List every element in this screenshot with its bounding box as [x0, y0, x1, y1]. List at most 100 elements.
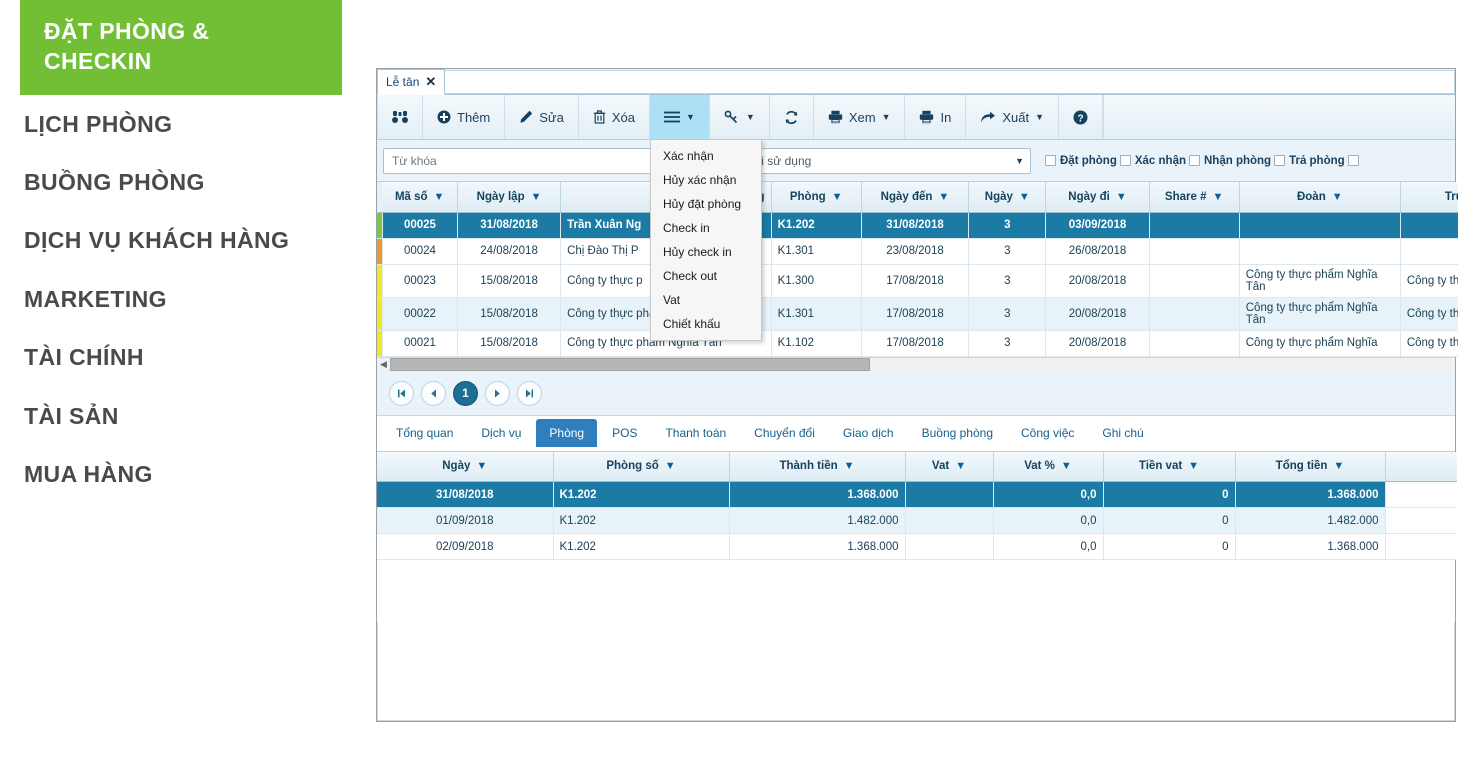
menu-item-xac-nhan[interactable]: Xác nhận [651, 144, 761, 168]
col-header-ngay-den[interactable]: Ngày đến ▼ [861, 182, 970, 213]
table-row[interactable]: 02/09/2018 K1.202 1.368.000 0,0 0 1.368.… [377, 533, 1457, 560]
menu-item-huy-check-in[interactable]: Hủy check in [651, 240, 761, 264]
cell-ma-so: 00025 [382, 212, 459, 239]
col-header-truong-doan[interactable]: Trưởng đoàn [1400, 182, 1458, 213]
close-icon[interactable]: ✕ [425, 74, 436, 90]
sidebar-item-lich-phong[interactable]: LỊCH PHÒNG [0, 95, 360, 153]
col-header-ngay-di[interactable]: Ngày đi ▼ [1045, 182, 1150, 213]
col-header-ngay-lap[interactable]: Ngày lập ▼ [457, 182, 562, 213]
filter-icon[interactable]: ▼ [1019, 191, 1030, 203]
checkbox-nhan-phong[interactable]: Nhận phòng [1189, 155, 1271, 167]
tab-chuyen-doi[interactable]: Chuyển đổi [741, 419, 828, 447]
checkbox-box[interactable] [1189, 155, 1200, 166]
table-row[interactable]: 00025 31/08/2018 Trần Xuân Ng K1.202 31/… [377, 212, 1458, 239]
col-header-phong[interactable]: Phòng ▼ [771, 182, 862, 213]
filter-icon[interactable]: ▼ [1116, 191, 1127, 203]
menu-item-huy-dat-phong[interactable]: Hủy đặt phòng [651, 192, 761, 216]
pager-first-button[interactable] [389, 380, 414, 406]
table-row[interactable]: 00022 15/08/2018 Công ty thực phẩm Nghĩa… [377, 297, 1458, 331]
scrollbar-thumb[interactable] [390, 358, 870, 371]
tab-tong-quan[interactable]: Tổng quan [383, 419, 466, 447]
sidebar-item-mua-hang[interactable]: MUA HÀNG [0, 445, 360, 503]
table-row[interactable]: 01/09/2018 K1.202 1.482.000 0,0 0 1.482.… [377, 507, 1457, 534]
checkbox-box[interactable] [1045, 155, 1056, 166]
delete-button[interactable]: Xóa [579, 95, 650, 139]
preview-button[interactable]: Xem ▼ [814, 95, 906, 139]
checkbox-xac-nhan[interactable]: Xác nhận [1119, 155, 1186, 167]
filter-icon[interactable]: ▼ [665, 460, 676, 472]
col-header-doan[interactable]: Đoàn ▼ [1239, 182, 1401, 213]
checkbox-box[interactable] [1347, 155, 1359, 166]
user-select[interactable]: Người sử dụng ▼ [721, 147, 1031, 174]
table-row[interactable]: 00023 15/08/2018 Công ty thực p K1.300 1… [377, 264, 1458, 298]
add-button[interactable]: Thêm [423, 95, 506, 139]
refresh-button[interactable] [770, 95, 814, 139]
col-header-phong-so[interactable]: Phòng số ▼ [553, 451, 730, 482]
search-button[interactable] [377, 95, 423, 139]
sidebar-item-buong-phong[interactable]: BUỒNG PHÒNG [0, 153, 360, 211]
col-header-tong-tien[interactable]: Tổng tiền ▼ [1235, 451, 1386, 482]
col-header-tien-vat[interactable]: Tiền vat ▼ [1103, 451, 1236, 482]
sidebar-item-marketing[interactable]: MARKETING [0, 270, 360, 328]
checkbox-box[interactable] [1274, 155, 1286, 166]
document-tab-le-tan[interactable]: Lễ tân ✕ [377, 69, 446, 95]
checkbox-tra-phong[interactable]: Trả phòng [1274, 155, 1345, 167]
table-row[interactable]: 31/08/2018 K1.202 1.368.000 0,0 0 1.368.… [377, 481, 1457, 508]
pager-prev-button[interactable] [421, 380, 446, 406]
filter-icon[interactable]: ▼ [1333, 460, 1344, 472]
filter-icon[interactable]: ▼ [844, 460, 855, 472]
grid-horizontal-scrollbar[interactable]: ◀ [377, 356, 1455, 372]
filter-icon[interactable]: ▼ [1188, 460, 1199, 472]
help-button[interactable]: ? [1059, 95, 1103, 139]
filter-icon[interactable]: ▼ [1061, 460, 1072, 472]
actions-menu-button[interactable]: ▼ Xác nhận Hủy xác nhận Hủy đặt phòng Ch… [649, 95, 762, 341]
tab-thanh-toan[interactable]: Thanh toán [652, 419, 739, 447]
sidebar-item-dich-vu-khach-hang[interactable]: DỊCH VỤ KHÁCH HÀNG [0, 211, 360, 269]
pager-page-1[interactable]: 1 [453, 380, 478, 406]
sidebar-item-dat-phong-checkin[interactable]: ĐẶT PHÒNG & CHECKIN [20, 0, 342, 95]
link-button[interactable]: ▼ [710, 95, 770, 139]
filter-icon[interactable]: ▼ [938, 191, 949, 203]
col-header-share[interactable]: Share # ▼ [1149, 182, 1240, 213]
print-button[interactable]: In [905, 95, 967, 139]
edit-button[interactable]: Sửa [505, 95, 579, 139]
checkbox-more[interactable] [1347, 155, 1359, 166]
pager-next-button[interactable] [485, 380, 510, 406]
table-row[interactable]: 00024 24/08/2018 Chị Đào Thị P K1.301 23… [377, 238, 1458, 265]
tab-phong[interactable]: Phòng [536, 419, 598, 447]
room-detail-table: Ngày ▼ Phòng số ▼ Thành tiền ▼ Vat ▼ Vat % ▼ … [377, 451, 1457, 560]
checkbox-box[interactable] [1119, 155, 1131, 166]
sidebar-item-tai-chinh[interactable]: TÀI CHÍNH [0, 328, 360, 386]
col-header-ngay[interactable]: Ngày ▼ [968, 182, 1047, 213]
tab-giao-dich[interactable]: Giao dịch [830, 419, 907, 447]
col-header-ngay[interactable]: Ngày ▼ [377, 451, 554, 482]
filter-icon[interactable]: ▼ [476, 460, 487, 472]
filter-icon[interactable]: ▼ [434, 191, 445, 203]
col-header-thanh-tien[interactable]: Thành tiền ▼ [729, 451, 906, 482]
table-row[interactable]: 00021 15/08/2018 Công ty thực phẩm Nghĩa… [377, 330, 1458, 357]
menu-item-vat[interactable]: Vat [651, 288, 761, 312]
sidebar-item-tai-san[interactable]: TÀI SẢN [0, 387, 360, 445]
tab-pos[interactable]: POS [599, 419, 650, 447]
menu-item-chiet-khau[interactable]: Chiết khấu [651, 312, 761, 336]
checkbox-dat-phong[interactable]: Đặt phòng [1045, 155, 1117, 167]
scroll-left-arrow[interactable]: ◀ [377, 359, 390, 370]
menu-item-huy-xac-nhan[interactable]: Hủy xác nhận [651, 168, 761, 192]
tab-ghi-chu[interactable]: Ghi chú [1089, 419, 1156, 447]
pager-last-button[interactable] [517, 380, 542, 406]
filter-icon[interactable]: ▼ [1212, 191, 1223, 203]
tab-dich-vu[interactable]: Dịch vụ [468, 419, 534, 447]
filter-icon[interactable]: ▼ [531, 191, 542, 203]
col-header-vat[interactable]: Vat ▼ [905, 451, 994, 482]
filter-icon[interactable]: ▼ [832, 191, 843, 203]
col-header-ma-so[interactable]: Mã số ▼ [382, 182, 459, 213]
col-header-vat-percent[interactable]: Vat % ▼ [993, 451, 1104, 482]
tab-cong-viec[interactable]: Công việc [1008, 419, 1087, 447]
tab-buong-phong[interactable]: Buồng phòng [909, 419, 1006, 447]
export-button[interactable]: Xuất ▼ [966, 95, 1059, 139]
menu-item-check-in[interactable]: Check in [651, 216, 761, 240]
filter-icon[interactable]: ▼ [955, 460, 966, 472]
menu-item-check-out[interactable]: Check out [651, 264, 761, 288]
filter-icon[interactable]: ▼ [1332, 191, 1343, 203]
svg-text:?: ? [1077, 113, 1083, 124]
